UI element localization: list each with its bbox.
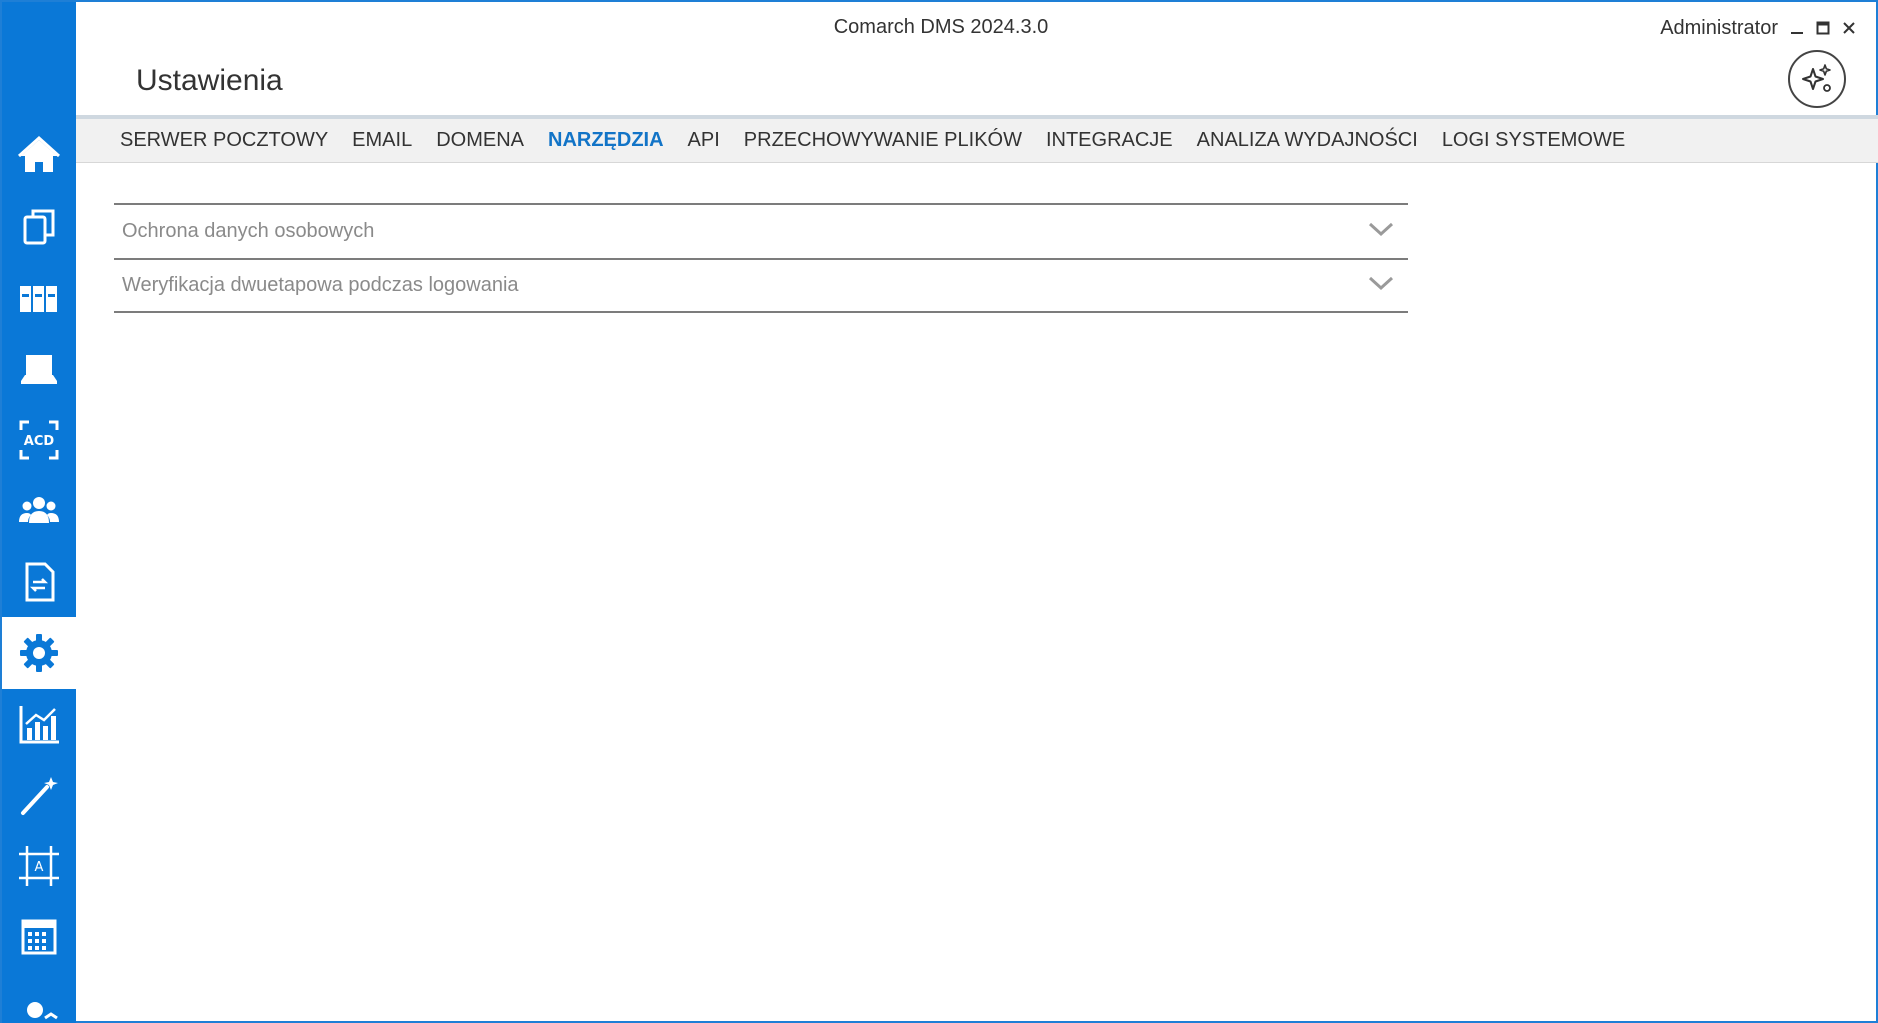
close-icon <box>1843 22 1855 34</box>
laptop-icon <box>21 355 57 384</box>
documents-icon <box>23 209 55 245</box>
sidebar-item-home[interactable] <box>2 120 76 192</box>
sidebar-item-wizard[interactable] <box>2 759 76 831</box>
home-icon <box>17 135 61 172</box>
close-button[interactable] <box>1838 16 1860 40</box>
tab-performance-analysis[interactable]: ANALIZA WYDAJNOŚCI <box>1197 129 1418 152</box>
svg-text:ACD: ACD <box>24 434 55 449</box>
sidebar-item-more[interactable] <box>2 972 76 1023</box>
acd-scan-icon: ACD <box>19 420 59 460</box>
svg-text:A: A <box>35 860 44 875</box>
app-title: Comarch DMS 2024.3.0 <box>833 16 1049 38</box>
calendar-icon <box>21 919 57 955</box>
chevron-down-icon <box>1368 275 1394 296</box>
sidebar-item-settings[interactable] <box>2 617 76 689</box>
sidebar-item-acd[interactable]: ACD <box>2 404 76 476</box>
sidebar-item-users[interactable] <box>2 475 76 547</box>
tools-sections: Ochrona danych osobowych Weryfikacja dwu… <box>114 203 1408 313</box>
magic-wand-icon <box>21 777 58 815</box>
page-title: Ustawienia <box>136 64 283 97</box>
sidebar-item-designer[interactable]: A <box>2 830 76 902</box>
user-name[interactable]: Administrator <box>1660 17 1778 40</box>
tab-integrations[interactable]: INTEGRACJE <box>1046 129 1173 152</box>
sidebar-item-calendar[interactable] <box>2 901 76 973</box>
tab-file-storage[interactable]: PRZECHOWYWANIE PLIKÓW <box>744 129 1022 152</box>
minimize-button[interactable] <box>1786 16 1808 40</box>
maximize-icon <box>1816 21 1830 35</box>
tab-tools[interactable]: NARZĘDZIA <box>548 129 664 152</box>
tab-domain[interactable]: DOMENA <box>436 129 524 152</box>
section-label: Ochrona danych osobowych <box>122 220 375 242</box>
frame-designer-icon: A <box>19 846 59 886</box>
gear-icon <box>20 634 58 672</box>
sparkles-icon <box>1802 64 1831 92</box>
sidebar-item-workstation[interactable] <box>2 333 76 405</box>
users-icon <box>19 497 59 523</box>
person-partial-icon <box>27 1002 58 1020</box>
section-two-factor-login[interactable]: Weryfikacja dwuetapowa podczas logowania <box>114 258 1408 313</box>
section-label: Weryfikacja dwuetapowa podczas logowania <box>122 274 519 296</box>
tab-mail-server[interactable]: SERWER POCZTOWY <box>120 129 328 152</box>
section-personal-data-protection[interactable]: Ochrona danych osobowych <box>114 203 1408 258</box>
ai-assistant-button[interactable] <box>1788 50 1846 108</box>
maximize-button[interactable] <box>1812 16 1834 40</box>
app-window: ACD A Comarch DMS 2024.3.0 Administrator <box>0 0 1878 1023</box>
document-sync-icon <box>25 562 55 602</box>
sidebar-item-reports[interactable] <box>2 688 76 760</box>
sidebar-item-repository[interactable] <box>2 262 76 334</box>
settings-tabbar: SERWER POCZTOWY EMAIL DOMENA NARZĘDZIA A… <box>76 115 1878 163</box>
sidebar: ACD A <box>2 2 76 1023</box>
tab-system-logs[interactable]: LOGI SYSTEMOWE <box>1442 129 1625 152</box>
sidebar-item-documents[interactable] <box>2 191 76 263</box>
chevron-down-icon <box>1368 221 1394 242</box>
chart-icon <box>19 706 59 744</box>
sidebar-item-document-exchange[interactable] <box>2 546 76 618</box>
tab-api[interactable]: API <box>688 129 720 152</box>
tab-email[interactable]: EMAIL <box>352 129 412 152</box>
minimize-icon <box>1791 32 1803 34</box>
binders-icon <box>20 286 57 312</box>
